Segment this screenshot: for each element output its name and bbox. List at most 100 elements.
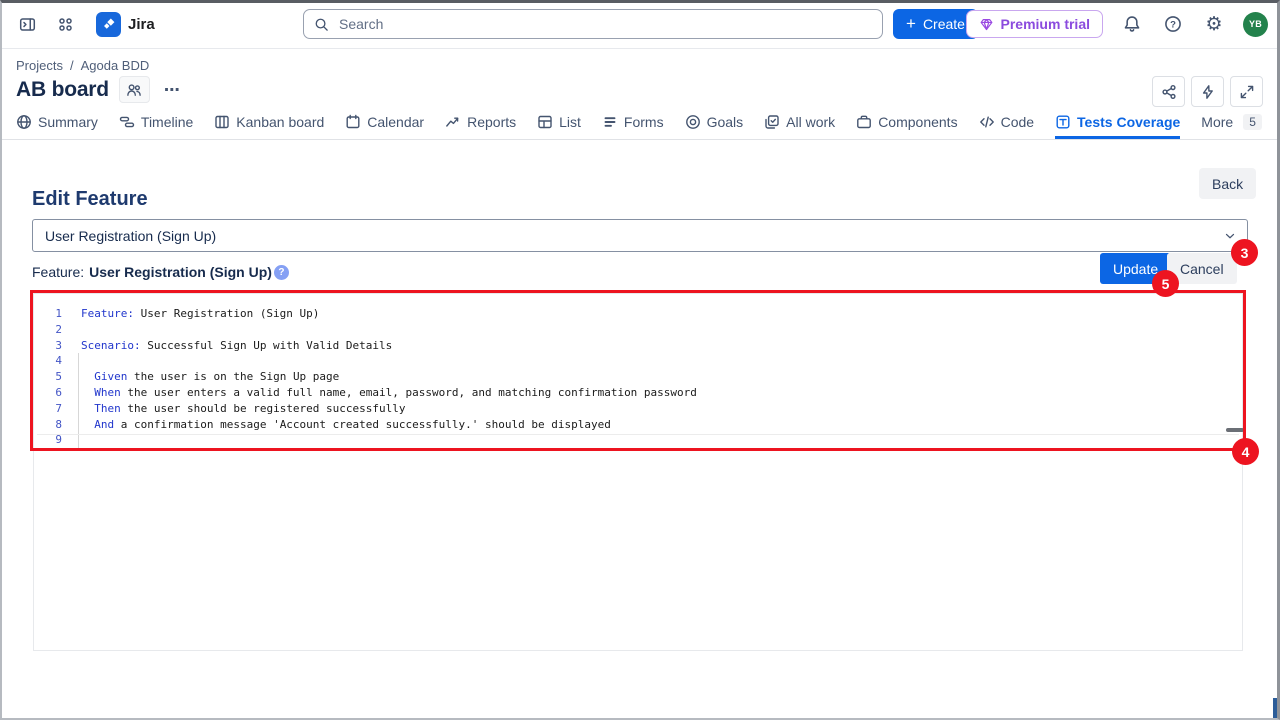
timeline-icon	[119, 114, 135, 130]
breadcrumb-project-name[interactable]: Agoda BDD	[81, 58, 150, 73]
code-pane[interactable]: Feature: User Registration (Sign Up) Sce…	[81, 306, 1238, 448]
reports-icon	[445, 114, 461, 130]
globe-icon	[16, 114, 32, 130]
feature-select-value: User Registration (Sign Up)	[45, 228, 216, 244]
tab-label: List	[559, 114, 581, 130]
line-number: 1	[34, 306, 78, 322]
tab-label: Code	[1001, 114, 1034, 130]
tab-calendar[interactable]: Calendar	[345, 108, 424, 139]
svg-text:?: ?	[1170, 19, 1176, 30]
code-line: Feature: User Registration (Sign Up)	[81, 306, 1238, 322]
components-icon	[856, 114, 872, 130]
tab-reports[interactable]: Reports	[445, 108, 516, 139]
code-line: Scenario: Successful Sign Up with Valid …	[81, 338, 1238, 354]
automation-lightning-icon[interactable]	[1191, 76, 1224, 107]
tab-label: Summary	[38, 114, 98, 130]
tab-label: Timeline	[141, 114, 193, 130]
tab-label: Kanban board	[236, 114, 324, 130]
tab-timeline[interactable]: Timeline	[119, 108, 193, 139]
code-line: And a confirmation message 'Account crea…	[81, 417, 1238, 433]
plus-icon: +	[906, 15, 916, 32]
jira-home-link[interactable]: Jira	[96, 12, 155, 37]
jira-logo-icon	[96, 12, 121, 37]
editor-bottom-rule	[37, 434, 1239, 435]
premium-trial-button[interactable]: Premium trial	[966, 10, 1103, 38]
feature-name-row: Feature: User Registration (Sign Up) ?	[32, 264, 289, 280]
tab-label: Forms	[624, 114, 664, 130]
tab-list[interactable]: List	[537, 108, 581, 139]
tab-label: All work	[786, 114, 835, 130]
board-icon	[214, 114, 230, 130]
forms-icon	[602, 114, 618, 130]
tab-all-work[interactable]: All work	[764, 108, 835, 139]
annotation-badge-3: 3	[1231, 239, 1258, 266]
line-number: 7	[34, 401, 78, 417]
gherkin-code-editor[interactable]: 123456789 Feature: User Registration (Si…	[33, 293, 1243, 651]
sidebar-toggle-icon[interactable]	[14, 11, 40, 37]
search-icon	[314, 17, 329, 32]
gem-icon	[979, 17, 994, 32]
app-switcher-icon[interactable]	[52, 11, 78, 37]
breadcrumb: Projects / Agoda BDD	[16, 58, 149, 73]
line-number: 6	[34, 385, 78, 401]
tab-label: More	[1201, 114, 1233, 130]
calendar-icon	[345, 114, 361, 130]
line-number: 3	[34, 338, 78, 354]
board-more-actions-button[interactable]: ⋯	[160, 80, 186, 100]
feature-name: User Registration (Sign Up)	[89, 264, 272, 280]
tab-goals[interactable]: Goals	[685, 108, 744, 139]
page-scrollbar-thumb[interactable]	[1273, 698, 1278, 718]
tab-components[interactable]: Components	[856, 108, 957, 139]
tab-code[interactable]: Code	[979, 108, 1034, 139]
share-icon[interactable]	[1152, 76, 1185, 107]
tab-label: Reports	[467, 114, 516, 130]
line-number: 5	[34, 369, 78, 385]
breadcrumb-projects[interactable]: Projects	[16, 58, 63, 73]
tab-tests-coverage[interactable]: Tests Coverage	[1055, 108, 1180, 139]
code-line: Then the user should be registered succe…	[81, 401, 1238, 417]
tab-more[interactable]: More 5	[1201, 108, 1262, 139]
horizontal-scrollbar-thumb[interactable]	[1226, 428, 1244, 432]
tab-kanban-board[interactable]: Kanban board	[214, 108, 324, 139]
page-title: Edit Feature	[32, 188, 148, 211]
breadcrumb-separator: /	[70, 58, 74, 73]
feature-select-dropdown[interactable]: User Registration (Sign Up)	[32, 219, 1248, 252]
line-number: 4	[34, 353, 78, 369]
chevron-down-icon	[1223, 229, 1237, 243]
settings-gear-icon[interactable]: ⚙	[1202, 12, 1226, 36]
code-line	[81, 353, 1238, 369]
more-count-badge: 5	[1243, 114, 1262, 130]
notifications-bell-icon[interactable]	[1120, 12, 1144, 36]
user-avatar[interactable]: YB	[1243, 12, 1268, 37]
feature-help-icon[interactable]: ?	[274, 265, 289, 280]
tab-label: Tests Coverage	[1077, 114, 1180, 130]
back-button[interactable]: Back	[1199, 168, 1256, 199]
code-line	[81, 322, 1238, 338]
topbar-right-group: Premium trial ? ⚙ YB	[966, 0, 1268, 48]
board-title-row: AB board ⋯	[16, 76, 185, 103]
annotation-badge-4: 4	[1232, 438, 1259, 465]
app-name: Jira	[128, 16, 155, 33]
goals-icon	[685, 114, 701, 130]
help-icon[interactable]: ?	[1161, 12, 1185, 36]
fullscreen-expand-icon[interactable]	[1230, 76, 1263, 107]
tab-label: Goals	[707, 114, 744, 130]
line-number-gutter: 123456789	[34, 306, 78, 448]
board-title: AB board	[16, 78, 109, 102]
feature-label: Feature:	[32, 264, 84, 280]
search-bar[interactable]	[303, 9, 883, 39]
line-number: 8	[34, 417, 78, 433]
code-line: Given the user is on the Sign Up page	[81, 369, 1238, 385]
board-members-button[interactable]	[119, 76, 150, 103]
tab-forms[interactable]: Forms	[602, 108, 664, 139]
search-input[interactable]	[337, 15, 872, 33]
tab-label: Calendar	[367, 114, 424, 130]
line-number: 2	[34, 322, 78, 338]
topbar-left-group: Jira	[14, 0, 155, 48]
code-line: When the user enters a valid full name, …	[81, 385, 1238, 401]
tests-coverage-icon	[1055, 114, 1071, 130]
code-icon	[979, 114, 995, 130]
tab-summary[interactable]: Summary	[16, 108, 98, 139]
annotation-badge-5: 5	[1152, 270, 1179, 297]
list-icon	[537, 114, 553, 130]
